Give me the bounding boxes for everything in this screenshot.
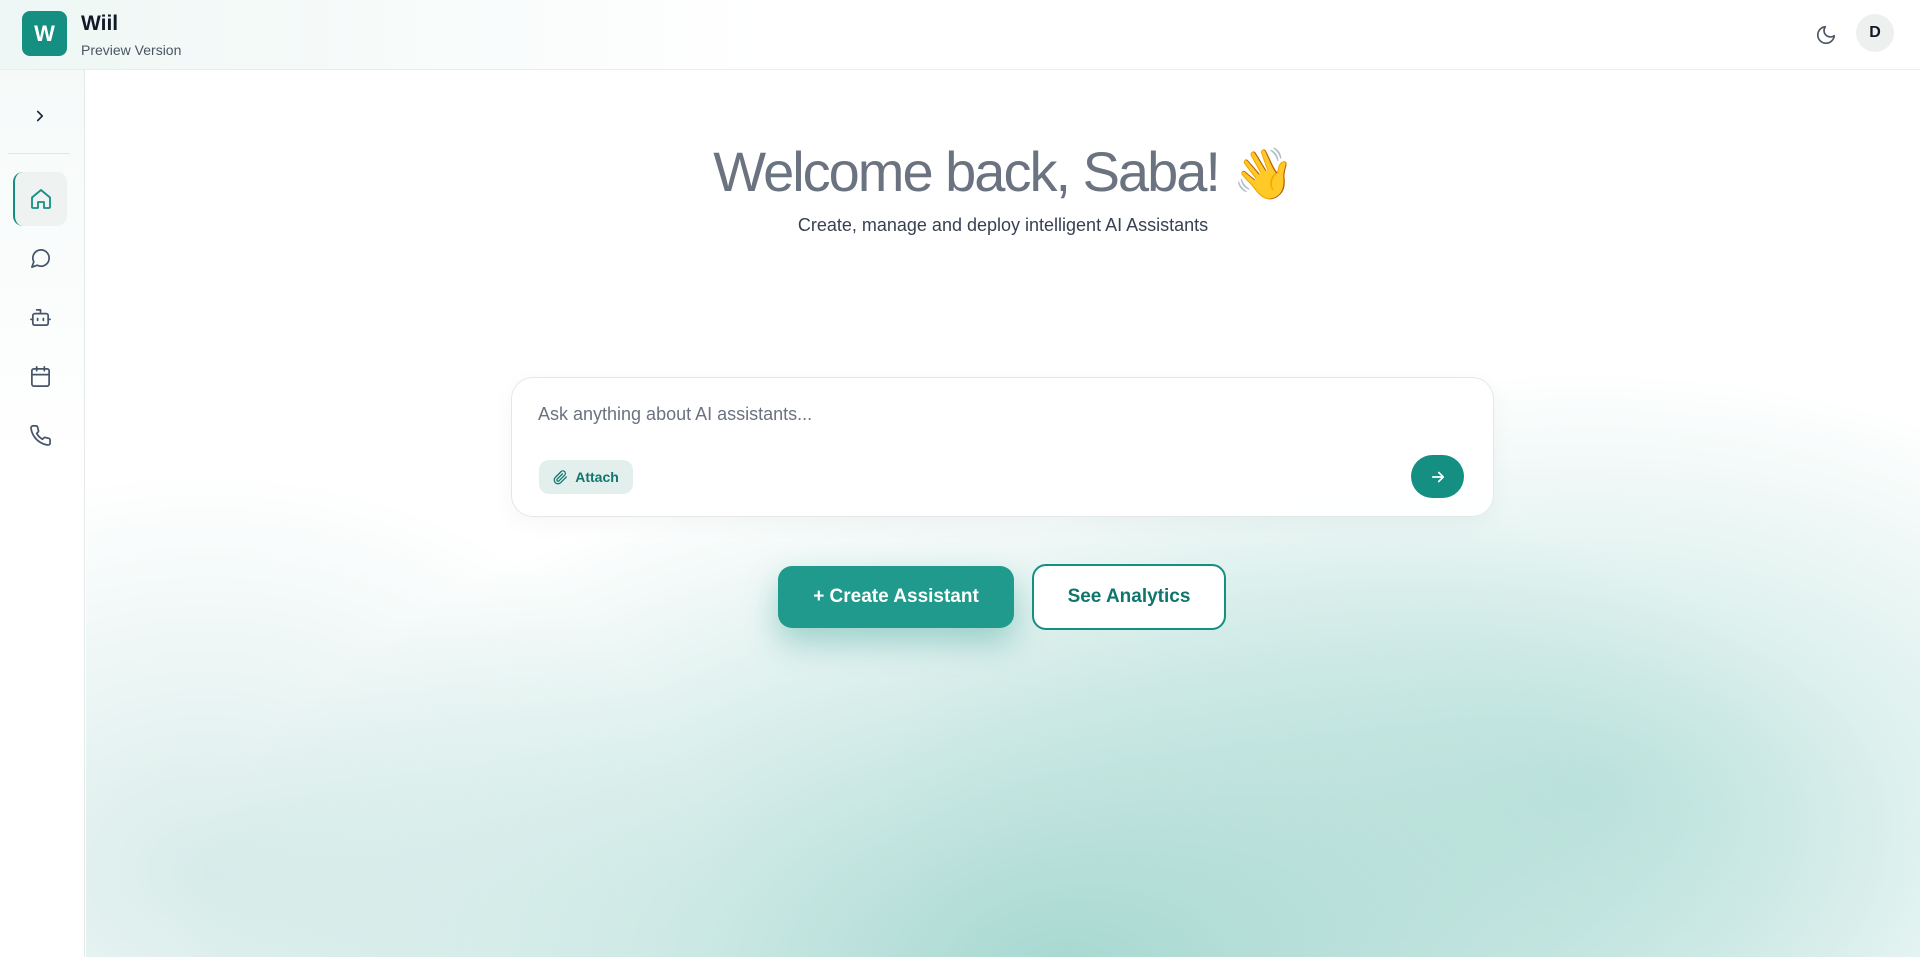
top-header: W Wiil Preview Version D	[0, 0, 1920, 70]
sidebar-item-calendar[interactable]	[13, 349, 67, 403]
welcome-heading: Welcome back, Saba! 👋	[86, 139, 1920, 204]
calendar-icon	[29, 365, 52, 388]
waving-hand-emoji: 👋	[1232, 146, 1294, 202]
paperclip-icon	[553, 469, 568, 485]
moon-icon	[1815, 24, 1837, 46]
app-name: Wiil	[81, 12, 119, 35]
send-button[interactable]	[1411, 455, 1464, 498]
sidebar-item-chat[interactable]	[13, 231, 67, 285]
see-analytics-button[interactable]: See Analytics	[1032, 564, 1226, 630]
sidebar-item-calls[interactable]	[13, 408, 67, 462]
home-icon	[29, 187, 53, 211]
sidebar-item-home[interactable]	[13, 172, 67, 226]
ask-input[interactable]	[538, 396, 1438, 432]
sidebar-item-assistants[interactable]	[13, 290, 67, 344]
sidebar-toggle-button[interactable]	[20, 96, 60, 136]
phone-icon	[29, 424, 52, 447]
user-avatar[interactable]: D	[1856, 14, 1894, 52]
create-assistant-button[interactable]: + Create Assistant	[778, 566, 1014, 628]
ask-box: Attach	[511, 377, 1494, 517]
attach-label: Attach	[575, 469, 619, 485]
theme-toggle-button[interactable]	[1808, 17, 1844, 53]
app-logo[interactable]: W	[22, 11, 67, 56]
attach-button[interactable]: Attach	[539, 460, 633, 494]
sidebar	[0, 70, 85, 957]
main-content: Welcome back, Saba! 👋 Create, manage and…	[86, 71, 1920, 957]
sidebar-divider	[8, 153, 70, 154]
arrow-right-icon	[1429, 468, 1447, 486]
chevron-right-icon	[31, 107, 49, 125]
welcome-text: Welcome back, Saba!	[713, 140, 1221, 203]
message-circle-icon	[29, 247, 52, 270]
welcome-subtitle: Create, manage and deploy intelligent AI…	[797, 215, 1209, 235]
bot-icon	[29, 306, 52, 329]
app-subtitle: Preview Version	[81, 42, 182, 58]
